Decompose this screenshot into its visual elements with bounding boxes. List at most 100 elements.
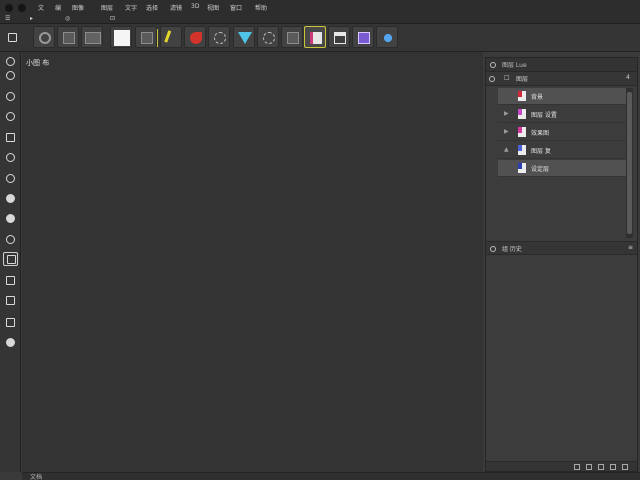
window-minimize-button[interactable] [18, 4, 26, 12]
layers-panel: 图层 Lue □ 图层 4 背景 ▶ 图层 设置 ▶ 效果图 ▲ 图层 复 设定… [485, 57, 638, 472]
hand-icon [6, 92, 15, 101]
menu-image[interactable]: 图像 [72, 3, 84, 12]
toolbar [0, 24, 640, 52]
toolbar-button-image[interactable] [81, 26, 103, 48]
toolbar-button-pen[interactable] [160, 26, 182, 48]
shape-icon [6, 276, 15, 285]
layer-expander[interactable]: ▲ [504, 146, 509, 153]
toolbar-button-lasso[interactable] [208, 26, 230, 48]
options-play-icon[interactable]: ▸ [30, 15, 33, 22]
tool-brush[interactable] [3, 151, 18, 165]
menu-file[interactable]: 文 [38, 3, 44, 12]
eyedropper-icon [6, 174, 15, 183]
eraser-icon [6, 214, 15, 223]
layer-name: 图层 复 [531, 148, 551, 155]
image-icon [85, 32, 101, 44]
history-collapse-icon[interactable] [490, 246, 496, 252]
move-icon [6, 57, 15, 66]
tool-hand[interactable] [3, 90, 18, 104]
layer-name: 图层 设置 [531, 112, 557, 119]
rotate-icon [6, 71, 15, 80]
tab-layers-icon[interactable]: □ [504, 74, 510, 81]
history-menu-icon[interactable]: ≡ [628, 244, 633, 251]
toolbar-button-gradient[interactable] [233, 26, 255, 48]
trash-icon[interactable] [622, 464, 628, 470]
menu-bar: 文 编 图像 图层 文字 选择 滤镜 3D 视图 窗口 帮助 ☰ ▸ ◎ ⊡ [0, 0, 640, 24]
toolbar-button-crop[interactable] [135, 26, 157, 48]
tool-strip [0, 52, 21, 472]
book-icon [310, 32, 322, 44]
crop-icon [141, 32, 153, 44]
toolbar-button-star[interactable] [376, 26, 398, 48]
layer-row-settings[interactable]: ▶ 图层 设置 [498, 106, 628, 123]
plugin-icon [358, 32, 370, 44]
menu-edit[interactable]: 编 [55, 3, 61, 12]
options-target-icon[interactable]: ◎ [65, 15, 70, 22]
tool-slice[interactable] [3, 294, 18, 308]
toolbar-button-book[interactable] [304, 26, 326, 48]
fx-icon[interactable] [586, 464, 592, 470]
toolbar-button-color[interactable] [110, 26, 132, 48]
window-close-button[interactable] [5, 4, 13, 12]
toolbar-button-plugin[interactable] [352, 26, 374, 48]
layer-row-copy[interactable]: ▲ 图层 复 [498, 142, 628, 159]
menu-filter[interactable]: 滤镜 [170, 3, 182, 12]
new-layer-icon[interactable] [598, 464, 604, 470]
table-icon [334, 32, 346, 44]
toolbar-home-icon[interactable] [5, 31, 20, 45]
layer-thumbnail-icon [518, 163, 526, 173]
eye-icon[interactable] [489, 76, 495, 82]
scrollbar-thumb[interactable] [627, 92, 632, 234]
layer-row-background[interactable]: 背景 [498, 88, 628, 105]
menu-text[interactable]: 文字 [125, 3, 137, 12]
panel-header: 图层 Lue [486, 58, 637, 72]
tool-target[interactable] [3, 110, 18, 124]
options-menu-icon[interactable]: ☰ [5, 15, 10, 22]
layer-list: 背景 ▶ 图层 设置 ▶ 效果图 ▲ 图层 复 设定层 [498, 88, 628, 238]
toolbar-button-table[interactable] [328, 26, 350, 48]
gear-icon [39, 32, 51, 44]
tool-zoom[interactable] [3, 336, 18, 350]
tool-stamp[interactable] [3, 131, 18, 145]
layer-count-badge: 4 [626, 74, 630, 81]
magnet-icon [190, 32, 202, 44]
status-bar: 文档 [22, 472, 640, 480]
panel-collapse-icon[interactable] [490, 62, 496, 68]
tool-bucket[interactable] [3, 192, 18, 206]
rectangle-icon [7, 255, 16, 264]
tool-shape[interactable] [3, 274, 18, 288]
toolbar-divider [157, 29, 158, 47]
tool-rectangle[interactable] [3, 252, 18, 266]
tool-eyedropper[interactable] [3, 172, 18, 186]
canvas-area[interactable]: 小图 布 [22, 52, 483, 472]
toolbar-button-magnet[interactable] [184, 26, 206, 48]
tab-layers[interactable]: 图层 [516, 74, 528, 83]
tool-note[interactable] [3, 316, 18, 330]
menu-layer[interactable]: 图层 [101, 3, 113, 12]
tool-move[interactable] [3, 55, 18, 69]
toolbar-button-transform[interactable] [57, 26, 79, 48]
link-icon[interactable] [574, 464, 580, 470]
menu-view[interactable]: 视图 [207, 3, 219, 12]
layer-row-effects[interactable]: ▶ 效果图 [498, 124, 628, 141]
folder-icon[interactable] [610, 464, 616, 470]
options-frame-icon[interactable]: ⊡ [110, 15, 115, 22]
note-icon [6, 318, 15, 327]
toolbar-button-scope[interactable] [257, 26, 279, 48]
tool-eraser[interactable] [3, 212, 18, 226]
toolbar-button-mask[interactable] [281, 26, 303, 48]
layer-list-scrollbar[interactable] [626, 88, 633, 238]
target-icon [6, 112, 15, 121]
menu-window[interactable]: 窗口 [230, 3, 242, 12]
menu-select[interactable]: 选择 [146, 3, 158, 12]
layer-expander[interactable]: ▶ [504, 128, 509, 135]
menu-3d[interactable]: 3D [191, 3, 199, 10]
tool-smudge[interactable] [3, 233, 18, 247]
menu-help[interactable]: 帮助 [255, 3, 267, 12]
toolbar-button-settings[interactable] [33, 26, 55, 48]
tool-rotate[interactable] [3, 69, 18, 83]
layer-expander[interactable]: ▶ [504, 110, 509, 117]
history-panel-title: 组 历史 [502, 246, 522, 253]
layer-row-preset[interactable]: 设定层 [498, 160, 628, 177]
layer-thumbnail-icon [518, 91, 526, 101]
